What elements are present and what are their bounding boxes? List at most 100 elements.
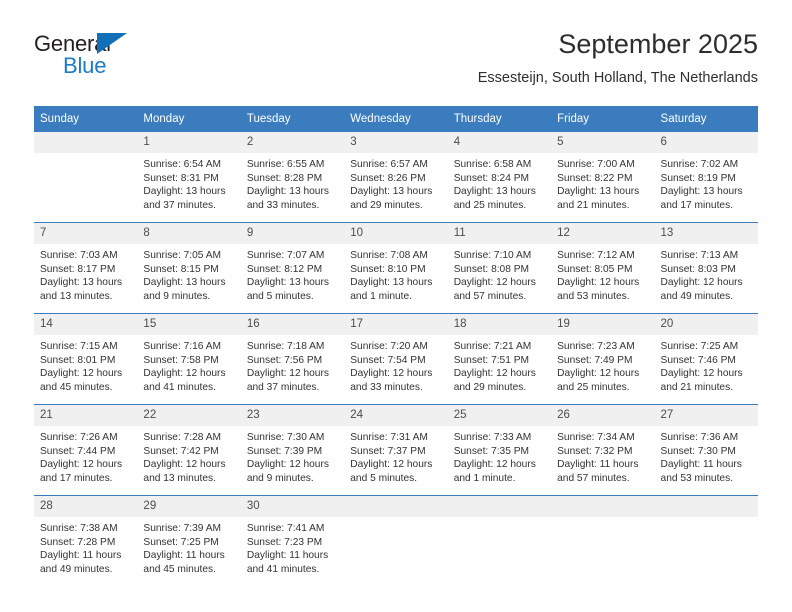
daylight-text-2: and 33 minutes. [246,199,320,211]
daylight-text-1: Daylight: 13 hours [143,186,226,198]
sunrise-text: Sunrise: 7:07 AM [246,250,325,261]
daylight-text-1: Daylight: 12 hours [557,277,640,289]
day-details: Sunrise: 7:25 AM Sunset: 7:46 PM Dayligh… [655,335,758,394]
day-number: 23 [240,405,345,426]
sunrise-text: Sunrise: 7:21 AM [453,341,532,352]
calendar-day-cell[interactable]: 24 Sunrise: 7:31 AM Sunset: 7:37 PM Dayl… [344,404,448,496]
calendar-day-cell[interactable]: 28 Sunrise: 7:38 AM Sunset: 7:28 PM Dayl… [34,495,138,586]
daylight-text-1: Daylight: 12 hours [350,368,433,380]
calendar-day-cell[interactable]: 10 Sunrise: 7:08 AM Sunset: 8:10 PM Dayl… [344,222,448,314]
calendar-day-cell[interactable]: 8 Sunrise: 7:05 AM Sunset: 8:15 PM Dayli… [137,222,241,314]
calendar-day-cell[interactable]: 22 Sunrise: 7:28 AM Sunset: 7:42 PM Dayl… [137,404,241,496]
day-number: 21 [34,405,138,426]
calendar-day-cell[interactable]: 29 Sunrise: 7:39 AM Sunset: 7:25 PM Dayl… [137,495,241,586]
daylight-text-1: Daylight: 13 hours [350,186,433,198]
calendar-day-cell[interactable]: 18 Sunrise: 7:21 AM Sunset: 7:51 PM Dayl… [447,313,552,405]
calendar-day-cell[interactable]: 9 Sunrise: 7:07 AM Sunset: 8:12 PM Dayli… [240,222,345,314]
day-details: Sunrise: 6:54 AM Sunset: 8:31 PM Dayligh… [137,153,240,212]
daylight-text-2: and 45 minutes. [40,381,113,393]
calendar-day-cell[interactable]: 30 Sunrise: 7:41 AM Sunset: 7:23 PM Dayl… [240,495,345,586]
day-number: 3 [344,132,448,153]
daylight-text-2: and 53 minutes. [660,472,734,484]
day-number: 24 [344,405,448,426]
calendar-header-row: Sunday Monday Tuesday Wednesday Thursday… [34,106,758,132]
daylight-text-1: Daylight: 12 hours [660,368,743,380]
calendar-day-cell[interactable]: 23 Sunrise: 7:30 AM Sunset: 7:39 PM Dayl… [240,404,345,496]
calendar-day-cell [447,495,552,586]
sunset-text: Sunset: 7:28 PM [40,536,116,548]
sunrise-text: Sunrise: 7:16 AM [143,341,222,352]
weekday-header-wednesday: Wednesday [344,106,448,132]
calendar-day-cell[interactable]: 20 Sunrise: 7:25 AM Sunset: 7:46 PM Dayl… [654,313,758,405]
sunset-text: Sunset: 8:12 PM [246,263,323,275]
calendar-day-cell[interactable]: 25 Sunrise: 7:33 AM Sunset: 7:35 PM Dayl… [447,404,552,496]
calendar-day-cell [344,495,448,586]
sunrise-text: Sunrise: 7:02 AM [660,159,739,170]
weekday-header-monday: Monday [137,106,241,132]
logo-triangle-icon [97,33,127,54]
location-subtitle: Essesteijn, South Holland, The Netherlan… [477,70,758,86]
day-number [654,496,758,517]
calendar-day-cell[interactable]: 16 Sunrise: 7:18 AM Sunset: 7:56 PM Dayl… [240,313,345,405]
calendar-day-cell[interactable]: 27 Sunrise: 7:36 AM Sunset: 7:30 PM Dayl… [654,404,758,496]
sunrise-text: Sunrise: 7:03 AM [40,250,118,261]
day-details: Sunrise: 7:33 AM Sunset: 7:35 PM Dayligh… [448,426,551,485]
calendar-day-cell[interactable]: 26 Sunrise: 7:34 AM Sunset: 7:32 PM Dayl… [551,404,655,496]
sunset-text: Sunset: 7:32 PM [557,445,633,457]
daylight-text-2: and 13 minutes. [143,472,216,484]
day-details: Sunrise: 7:05 AM Sunset: 8:15 PM Dayligh… [137,244,240,303]
day-details: Sunrise: 7:18 AM Sunset: 7:56 PM Dayligh… [241,335,344,394]
calendar-day-cell[interactable]: 6 Sunrise: 7:02 AM Sunset: 8:19 PM Dayli… [654,132,758,223]
daylight-text-2: and 29 minutes. [350,199,423,211]
day-details: Sunrise: 7:13 AM Sunset: 8:03 PM Dayligh… [655,244,758,303]
daylight-text-2: and 41 minutes. [246,563,320,575]
day-details: Sunrise: 7:10 AM Sunset: 8:08 PM Dayligh… [448,244,551,303]
day-number: 8 [137,223,241,244]
calendar-day-cell[interactable]: 1 Sunrise: 6:54 AM Sunset: 8:31 PM Dayli… [137,132,241,223]
sunrise-text: Sunrise: 7:08 AM [350,250,428,261]
daylight-text-2: and 53 minutes. [557,290,630,302]
weekday-header-tuesday: Tuesday [240,106,345,132]
sunrise-text: Sunrise: 7:28 AM [143,432,222,443]
calendar-day-cell[interactable]: 7 Sunrise: 7:03 AM Sunset: 8:17 PM Dayli… [34,222,138,314]
weekday-header-thursday: Thursday [447,106,552,132]
sunset-text: Sunset: 8:19 PM [660,172,736,184]
daylight-text-1: Daylight: 11 hours [246,550,329,562]
sunrise-text: Sunrise: 7:20 AM [350,341,428,352]
sunrise-text: Sunrise: 7:10 AM [453,250,532,261]
day-number [34,132,138,153]
sunrise-text: Sunrise: 7:05 AM [143,250,222,261]
calendar-day-cell[interactable]: 15 Sunrise: 7:16 AM Sunset: 7:58 PM Dayl… [137,313,241,405]
daylight-text-1: Daylight: 12 hours [453,459,536,471]
calendar-day-cell[interactable]: 5 Sunrise: 7:00 AM Sunset: 8:22 PM Dayli… [551,132,655,223]
day-number: 17 [344,314,448,335]
calendar-day-cell[interactable]: 14 Sunrise: 7:15 AM Sunset: 8:01 PM Dayl… [34,313,138,405]
calendar-day-cell[interactable]: 2 Sunrise: 6:55 AM Sunset: 8:28 PM Dayli… [240,132,345,223]
day-number: 25 [447,405,552,426]
sunrise-text: Sunrise: 7:18 AM [246,341,325,352]
day-number: 30 [240,496,345,517]
weekday-header-friday: Friday [551,106,655,132]
daylight-text-1: Daylight: 12 hours [246,368,329,380]
daylight-text-1: Daylight: 12 hours [350,459,433,471]
sunrise-text: Sunrise: 7:00 AM [557,159,635,170]
day-details: Sunrise: 7:28 AM Sunset: 7:42 PM Dayligh… [137,426,240,485]
sunset-text: Sunset: 7:35 PM [453,445,530,457]
calendar-body: 1 Sunrise: 6:54 AM Sunset: 8:31 PM Dayli… [34,132,758,586]
calendar-day-cell[interactable]: 3 Sunrise: 6:57 AM Sunset: 8:26 PM Dayli… [344,132,448,223]
calendar-day-cell[interactable]: 21 Sunrise: 7:26 AM Sunset: 7:44 PM Dayl… [34,404,138,496]
calendar-day-cell[interactable]: 17 Sunrise: 7:20 AM Sunset: 7:54 PM Dayl… [344,313,448,405]
day-number: 14 [34,314,138,335]
daylight-text-1: Daylight: 11 hours [40,550,122,562]
daylight-text-1: Daylight: 13 hours [143,277,226,289]
sunrise-text: Sunrise: 7:34 AM [557,432,635,443]
calendar-day-cell[interactable]: 11 Sunrise: 7:10 AM Sunset: 8:08 PM Dayl… [447,222,552,314]
day-number: 5 [551,132,655,153]
calendar-day-cell[interactable]: 12 Sunrise: 7:12 AM Sunset: 8:05 PM Dayl… [551,222,655,314]
sunset-text: Sunset: 8:03 PM [660,263,736,275]
sunset-text: Sunset: 8:24 PM [453,172,530,184]
calendar-day-cell[interactable]: 13 Sunrise: 7:13 AM Sunset: 8:03 PM Dayl… [654,222,758,314]
calendar-day-cell[interactable]: 19 Sunrise: 7:23 AM Sunset: 7:49 PM Dayl… [551,313,655,405]
calendar-day-cell[interactable]: 4 Sunrise: 6:58 AM Sunset: 8:24 PM Dayli… [447,132,552,223]
daylight-text-2: and 57 minutes. [557,472,630,484]
